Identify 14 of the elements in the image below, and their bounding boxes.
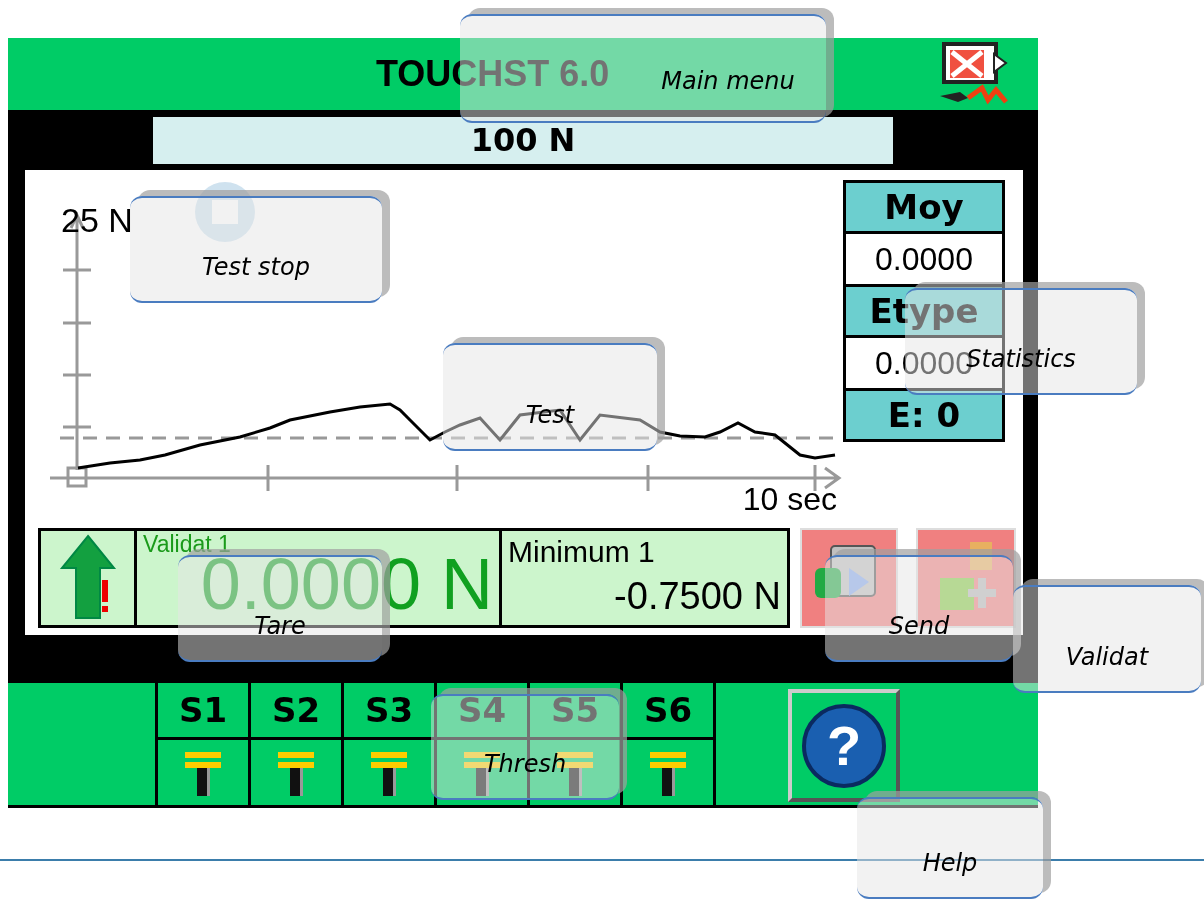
- y-axis-label: 25 N: [61, 201, 133, 239]
- threshold-button[interactable]: S3: [344, 683, 434, 740]
- threshold-button[interactable]: S2: [251, 683, 341, 740]
- statistic-value: 0.0000: [843, 231, 1005, 287]
- threshold-button[interactable]: S6: [623, 683, 713, 740]
- minimum-label: Minimum 1: [508, 537, 655, 567]
- statistic-heading: E: 0: [843, 388, 1005, 442]
- x-axis-label: 10 sec: [742, 481, 837, 517]
- statistic-heading: Moy: [843, 180, 1005, 234]
- setpoint-display: 100 N: [153, 116, 893, 164]
- help-button[interactable]: ?: [788, 689, 900, 802]
- threshold-button[interactable]: S1: [158, 683, 248, 740]
- tare-arrow-icon[interactable]: [57, 534, 118, 622]
- minimum-value: -0.7500 N: [614, 577, 781, 615]
